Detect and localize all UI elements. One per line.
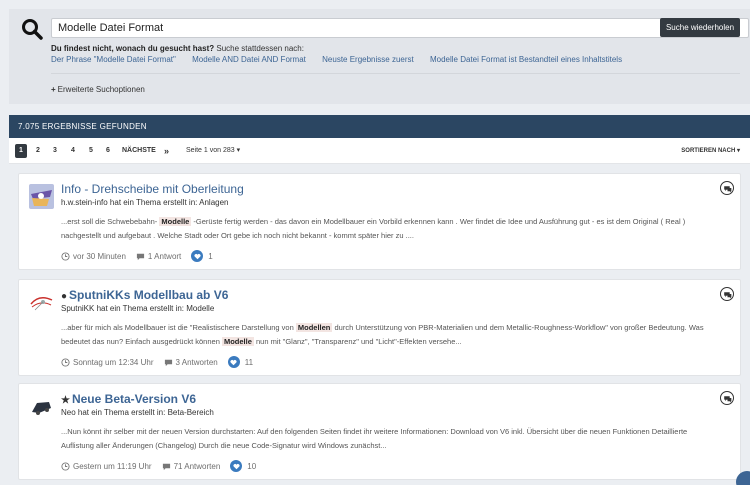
suggestion-rest-text: Suche stattdessen nach: [216, 44, 304, 53]
search-suggestion-heading: Du findest nicht, wonach du gesucht hast… [51, 44, 304, 53]
result-snippet: ...erst soll die Schwebebahn- Modelle -G… [61, 215, 716, 243]
result-title: Neue Beta-Version V6 [71, 392, 197, 406]
result-time[interactable]: Gestern um 11:19 Uhr [73, 462, 152, 471]
suggestion-link-newest[interactable]: Neuste Ergebnisse zuerst [322, 55, 414, 64]
result-title: SputniKKs Modellbau ab V6 [69, 288, 229, 302]
like-heart-icon [227, 356, 240, 368]
page-info: Seite 1 von 283 [186, 147, 235, 154]
next-page-button[interactable]: NÄCHSTE [122, 144, 156, 158]
result-time[interactable]: vor 30 Minuten [73, 252, 126, 261]
result-card: ● SputniKKs Modellbau ab V6 SputniKK hat … [18, 279, 741, 376]
comment-bubble-icon[interactable] [720, 181, 734, 195]
result-likes: 10 [247, 461, 257, 471]
search-icon [22, 19, 43, 40]
sort-label: SORTIEREN NACH [681, 148, 736, 154]
clock-icon [61, 461, 70, 471]
suggestion-bold-text: Du findest nicht, wonach du gesucht hast… [51, 44, 215, 53]
suggestion-link-and[interactable]: Modelle AND Datei AND Format [192, 55, 306, 64]
page-6-button[interactable]: 6 [102, 144, 114, 158]
comment-bubble-icon[interactable] [720, 391, 734, 405]
result-answers: 71 Antworten [173, 461, 221, 471]
suggestion-links: Der Phrase "Modelle Datei Format" Modell… [51, 55, 636, 64]
result-likes: 1 [208, 251, 213, 261]
like-heart-icon [230, 460, 243, 472]
result-snippet: ...aber für mich als Modellbauer ist die… [61, 321, 716, 349]
result-card: Info - Drehscheibe mit Oberleitung h.w.s… [18, 173, 741, 270]
pagination-bar: 1 2 3 4 5 6 NÄCHSTE » Seite 1 von 283 ▾ … [9, 138, 750, 164]
star-icon: ★ [61, 395, 70, 406]
result-answers: 3 Antworten [175, 357, 218, 367]
caret-down-icon: ▾ [736, 148, 740, 154]
suggestion-link-phrase[interactable]: Der Phrase "Modelle Datei Format" [51, 55, 176, 64]
page-jump-dropdown[interactable]: Seite 1 von 283 ▾ [186, 144, 240, 158]
result-meta: Sonntag um 12:34 Uhr 3 Antworten 11 [61, 356, 253, 368]
avatar[interactable] [29, 394, 54, 419]
search-highlight: Modellen [295, 323, 333, 332]
avatar[interactable] [29, 184, 54, 209]
search-input[interactable] [51, 18, 749, 38]
page-1-button[interactable]: 1 [15, 144, 27, 158]
sort-dropdown[interactable]: SORTIEREN NACH ▾ [681, 144, 740, 158]
result-meta: vor 30 Minuten 1 Antwort 1 [61, 250, 213, 262]
snippet-text: ...aber für mich als Modellbauer ist die… [61, 323, 294, 332]
clock-icon [61, 357, 70, 367]
comment-icon [136, 253, 145, 260]
page-3-button[interactable]: 3 [49, 144, 61, 158]
clock-icon [61, 251, 70, 261]
plus-icon: + [51, 85, 56, 94]
like-heart-icon [191, 250, 204, 262]
result-title-link[interactable]: ● SputniKKs Modellbau ab V6 [61, 288, 228, 302]
comment-icon [162, 463, 170, 470]
snippet-text: ...erst soll die Schwebebahn- [61, 217, 158, 226]
record-dot-icon: ● [61, 291, 68, 302]
result-title: Info - Drehscheibe mit Oberleitung [61, 182, 244, 196]
search-highlight: Modelle [159, 217, 192, 226]
snippet-text: ...Nun könnt ihr selber mit der neuen Ve… [61, 427, 688, 450]
result-subtitle: h.w.stein-info hat ein Thema erstellt in… [61, 198, 229, 207]
avatar[interactable] [29, 290, 54, 315]
page-2-button[interactable]: 2 [32, 144, 44, 158]
result-meta: Gestern um 11:19 Uhr 71 Antworten 10 [61, 460, 256, 472]
search-panel: Suche wiederholen Du findest nicht, wona… [9, 9, 750, 104]
page-4-button[interactable]: 4 [67, 144, 79, 158]
snippet-text: nun mit "Glanz", "Transparenz" und "Lich… [255, 337, 462, 346]
suggestion-link-title[interactable]: Modelle Datei Format ist Bestandteil ein… [430, 55, 622, 64]
results-count-header: 7.075 ERGEBNISSE GEFUNDEN [9, 115, 750, 138]
advanced-search-link[interactable]: + Erweiterte Suchoptionen [51, 85, 145, 94]
result-answers: 1 Antwort [147, 251, 182, 261]
caret-down-icon: ▾ [236, 147, 241, 154]
panel-divider [51, 73, 740, 74]
search-again-button[interactable]: Suche wiederholen [660, 18, 740, 37]
result-time[interactable]: Sonntag um 12:34 Uhr [73, 358, 154, 367]
search-highlight: Modelle [221, 337, 254, 346]
comment-bubble-icon[interactable] [720, 287, 734, 301]
advanced-search-label: Erweiterte Suchoptionen [57, 85, 145, 94]
result-title-link[interactable]: Info - Drehscheibe mit Oberleitung [61, 182, 244, 196]
result-snippet: ...Nun könnt ihr selber mit der neuen Ve… [61, 425, 716, 453]
result-subtitle: SputniKK hat ein Thema erstellt in: Mode… [61, 304, 215, 313]
page-5-button[interactable]: 5 [85, 144, 97, 158]
last-page-button[interactable]: » [164, 144, 169, 158]
result-card: ★ Neue Beta-Version V6 Neo hat ein Thema … [18, 383, 741, 480]
result-likes: 11 [244, 357, 254, 367]
comment-icon [164, 359, 172, 366]
result-title-link[interactable]: ★ Neue Beta-Version V6 [61, 392, 196, 406]
result-subtitle: Neo hat ein Thema erstellt in: Beta-Bere… [61, 408, 214, 417]
